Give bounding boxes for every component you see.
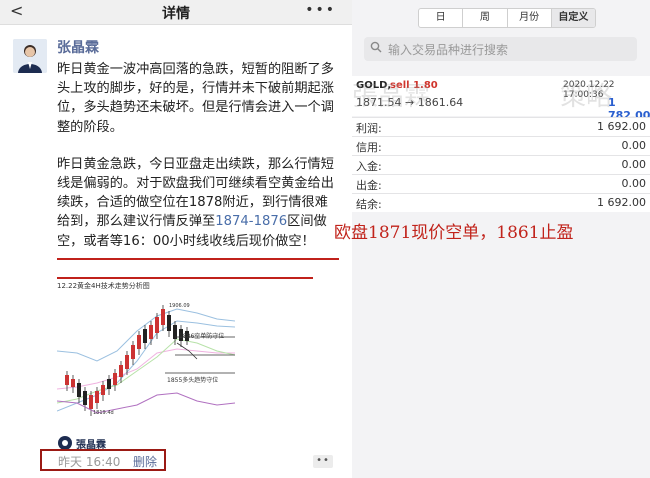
summary-row-withdrawal: 出金: 0.00 — [352, 174, 650, 193]
row-label: 结余: — [356, 198, 382, 211]
search-icon — [370, 41, 382, 56]
row-label: 信用: — [356, 141, 382, 154]
summary-row-profit: 利润: 1 692.00 — [352, 117, 650, 136]
row-value: 0.00 — [621, 177, 647, 190]
summary-row-deposit: 入金: 0.00 — [352, 155, 650, 174]
author-name[interactable]: 张晶霖 — [57, 37, 99, 57]
row-value: 0.00 — [621, 158, 647, 171]
chart-long-label: 1855多头趋势守位 — [167, 377, 219, 384]
watermark-name: 張晶霖 — [352, 82, 431, 112]
symbol-search-input[interactable]: 输入交易品种进行搜索 — [364, 37, 637, 61]
page-title: 详情 — [162, 6, 190, 22]
row-label: 入金: — [356, 160, 382, 173]
row-value: 1 692.00 — [597, 196, 646, 209]
avatar-person-icon — [13, 39, 47, 73]
post-paragraph-2: 昨日黄金急跌，今日亚盘走出续跌，那么行情短线是偏弱的。对于欧盘我们可继续看空黄金… — [57, 155, 339, 251]
summary-row-credit: 信用: 0.00 — [352, 136, 650, 155]
tab-week[interactable]: 周 — [463, 9, 508, 27]
tab-month[interactable]: 月份 — [508, 9, 552, 27]
summary-row-balance: 结余: 1 692.00 — [352, 193, 650, 212]
chart-short-label: 1886空单防守位 — [179, 333, 225, 340]
row-label: 利润: — [356, 122, 382, 135]
post-timestamp: 昨天 16:40 — [58, 455, 121, 469]
delete-button[interactable]: 删除 — [133, 453, 157, 470]
chart-bottom-label: 1819.4d — [93, 410, 114, 416]
comment-more-icon[interactable]: •• — [313, 455, 333, 468]
post-content: 昨日黄金一波冲高回落的急跌，短暂的阻断了多头上攻的脚步，好的是，行情并未下破前期… — [57, 60, 339, 251]
tab-day[interactable]: 日 — [419, 9, 464, 27]
top-bar: < 详情 ••• — [0, 0, 352, 25]
search-placeholder: 输入交易品种进行搜索 — [388, 43, 509, 57]
trade-annotation: 欧盘1871现价空单，1861止盈 — [334, 223, 574, 243]
analysis-chart-image[interactable]: 12.22黄金4H技术走势分析图 1906.09 1886空单防守位 1855多… — [57, 279, 235, 429]
post-paragraph-1: 昨日黄金一波冲高回落的急跌，短暂的阻断了多头上攻的脚步，好的是，行情并未下破前期… — [57, 62, 334, 135]
account-summary: 利润: 1 692.00 信用: 0.00 入金: 0.00 出金: 0.00 结余: 1… — [352, 117, 650, 212]
more-options-icon[interactable]: ••• — [305, 2, 336, 18]
row-label: 出金: — [356, 179, 382, 192]
period-tabs: 日 周 月份 自定义 — [418, 8, 596, 28]
row-value: 1 692.00 — [597, 120, 646, 133]
tab-custom[interactable]: 自定义 — [551, 9, 595, 27]
avatar[interactable] — [13, 39, 47, 73]
candlestick-chart — [57, 305, 235, 416]
price-range-link[interactable]: 1874-1876 — [215, 214, 287, 229]
row-value: 0.00 — [621, 139, 647, 152]
watermark-strategy: 策略 — [560, 82, 613, 112]
chart-top-label: 1906.09 — [169, 303, 190, 309]
highlight-underline-1 — [57, 258, 339, 260]
chart-title: 12.22黄金4H技术走势分析图 — [57, 282, 150, 290]
